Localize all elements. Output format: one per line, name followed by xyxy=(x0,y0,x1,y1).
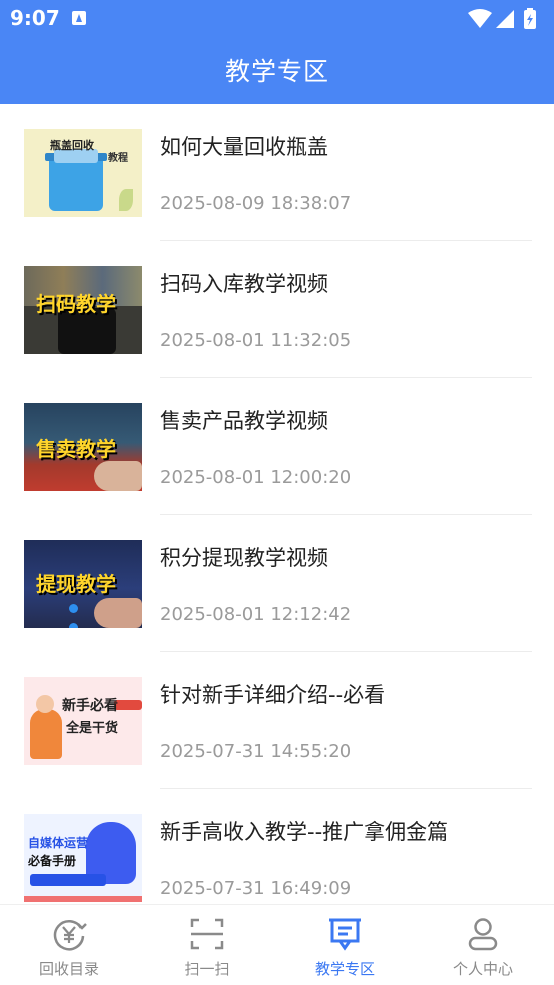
item-title: 售卖产品教学视频 xyxy=(160,409,328,433)
item-title: 新手高收入教学--推广拿佣金篇 xyxy=(160,820,449,844)
thumbnail-text: 全是干货 xyxy=(66,721,119,736)
bottom-tab-bar: 回收目录 扫一扫 教学专区 个人中心 xyxy=(0,904,554,985)
video-thumbnail: 新手必看 全是干货 xyxy=(24,677,142,765)
notification-icon xyxy=(72,11,86,25)
item-date: 2025-07-31 14:55:20 xyxy=(160,741,352,762)
thumbnail-text: 教程 xyxy=(108,153,128,164)
user-icon xyxy=(468,918,498,951)
list-item[interactable]: 瓶盖回收 教程 如何大量回收瓶盖 2025-08-09 18:38:07 xyxy=(0,104,554,241)
item-title: 积分提现教学视频 xyxy=(160,546,328,570)
teaching-board-icon xyxy=(329,918,361,951)
thumbnail-text: 瓶盖回收 xyxy=(50,139,94,152)
thumbnail-text: 必备手册 xyxy=(28,854,77,868)
tab-label: 回收目录 xyxy=(38,960,99,978)
app-header: 9:07 教学专区 xyxy=(0,0,554,104)
list-item[interactable]: 扫码教学 扫码入库教学视频 2025-08-01 11:32:05 xyxy=(0,241,554,378)
item-title: 如何大量回收瓶盖 xyxy=(160,135,328,159)
signal-icon xyxy=(496,10,514,28)
video-thumbnail: 提现教学 xyxy=(24,540,142,628)
thumbnail-text: 扫码教学 xyxy=(36,292,116,316)
list-item[interactable]: 新手必看 全是干货 针对新手详细介绍--必看 2025-07-31 14:55:… xyxy=(0,652,554,789)
tab-label: 个人中心 xyxy=(452,960,513,978)
yen-cycle-icon xyxy=(53,920,87,951)
tab-teaching[interactable]: 教学专区 xyxy=(276,905,414,985)
list-item[interactable]: 自媒体运营 必备手册 新手高收入教学--推广拿佣金篇 2025-07-31 16… xyxy=(0,789,554,904)
tab-recycle-catalog[interactable]: 回收目录 xyxy=(0,905,138,985)
status-icons xyxy=(468,8,536,29)
video-thumbnail: 瓶盖回收 教程 xyxy=(24,129,142,217)
status-bar: 9:07 xyxy=(0,0,554,38)
scan-icon xyxy=(190,918,224,950)
tab-label: 扫一扫 xyxy=(184,960,230,978)
thumbnail-text: 新手必看 xyxy=(62,698,118,714)
item-date: 2025-08-01 12:12:42 xyxy=(160,604,352,625)
status-time: 9:07 xyxy=(10,6,60,30)
item-date: 2025-08-01 12:00:20 xyxy=(160,467,352,488)
tab-label: 教学专区 xyxy=(314,960,375,978)
page-title: 教学专区 xyxy=(224,57,329,86)
item-date: 2025-08-01 11:32:05 xyxy=(160,330,352,351)
list-item[interactable]: 提现教学 积分提现教学视频 2025-08-01 12:12:42 xyxy=(0,515,554,652)
item-date: 2025-08-09 18:38:07 xyxy=(160,193,352,214)
thumbnail-text: 自媒体运营 xyxy=(28,836,89,850)
item-title: 针对新手详细介绍--必看 xyxy=(160,683,386,707)
thumbnail-text: 提现教学 xyxy=(36,572,116,596)
item-date: 2025-07-31 16:49:09 xyxy=(160,878,352,899)
tab-scan[interactable]: 扫一扫 xyxy=(138,905,276,985)
tab-profile[interactable]: 个人中心 xyxy=(414,905,552,985)
tutorial-list: 瓶盖回收 教程 如何大量回收瓶盖 2025-08-09 18:38:07 扫码教… xyxy=(0,104,554,904)
video-thumbnail: 自媒体运营 必备手册 xyxy=(24,814,142,902)
video-thumbnail: 扫码教学 xyxy=(24,266,142,354)
thumbnail-text: 售卖教学 xyxy=(36,437,116,461)
wifi-icon xyxy=(468,9,492,28)
item-title: 扫码入库教学视频 xyxy=(160,272,328,296)
video-thumbnail: 售卖教学 xyxy=(24,403,142,491)
list-item[interactable]: 售卖教学 售卖产品教学视频 2025-08-01 12:00:20 xyxy=(0,378,554,515)
